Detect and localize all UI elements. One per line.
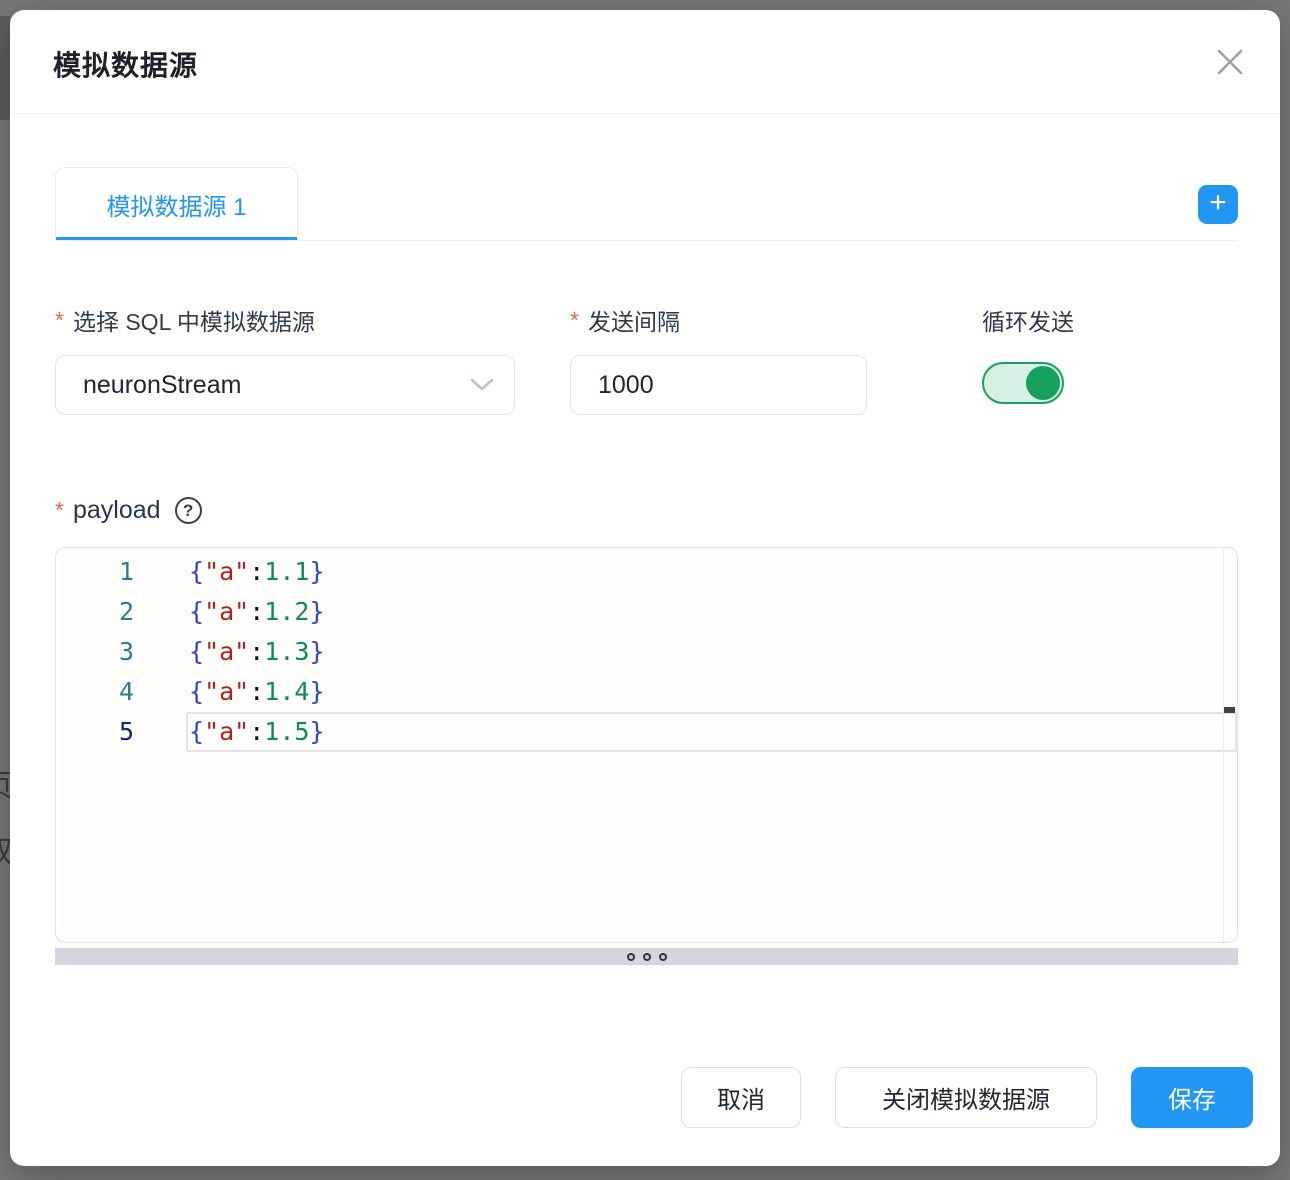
loop-toggle[interactable]: [982, 362, 1064, 404]
token-brace: {: [189, 597, 205, 626]
save-button[interactable]: 保存: [1131, 1067, 1253, 1128]
line-number: 3: [118, 637, 134, 666]
loop-field-label: 循环发送: [982, 303, 1074, 337]
token-brace: {: [189, 637, 205, 666]
editor-resize-handle[interactable]: [55, 948, 1238, 965]
editor-scrollbar-track: [1223, 548, 1224, 942]
cursor-position-marker: [1224, 707, 1235, 713]
code-line: 3 {"a":1.3}: [56, 632, 1237, 672]
token-key: "a": [204, 717, 250, 746]
token-brace: }: [309, 597, 325, 626]
payload-field-label: * payload ?: [55, 496, 202, 525]
token-number: 1.1: [264, 557, 310, 586]
cancel-button[interactable]: 取消: [681, 1067, 801, 1128]
code-line-content: {"a":1.1}: [186, 552, 1237, 592]
token-number: 1.5: [264, 717, 310, 746]
close-mock-datasource-button[interactable]: 关闭模拟数据源: [835, 1067, 1097, 1128]
token-brace: }: [309, 717, 325, 746]
token-colon: :: [249, 717, 265, 746]
dialog-header: 模拟数据源: [10, 10, 1280, 114]
token-brace: }: [309, 557, 325, 586]
loop-label-text: 循环发送: [982, 309, 1074, 335]
token-brace: }: [309, 677, 325, 706]
tabs-bar: 模拟数据源 1 +: [55, 167, 1238, 241]
question-mark-glyph: ?: [182, 500, 194, 520]
datasource-select[interactable]: neuronStream: [55, 355, 515, 415]
active-tab-underline: [56, 237, 297, 240]
tab-label: 模拟数据源 1: [106, 193, 247, 221]
token-colon: :: [249, 597, 265, 626]
token-number: 1.4: [264, 677, 310, 706]
token-colon: :: [249, 637, 265, 666]
interval-input[interactable]: [570, 355, 867, 415]
required-asterisk: *: [55, 497, 64, 523]
payload-label-text: payload: [72, 496, 161, 524]
datasource-field-label: * 选择 SQL 中模拟数据源: [55, 303, 315, 337]
line-number: 4: [118, 677, 134, 706]
close-icon[interactable]: [1206, 38, 1254, 86]
token-key: "a": [204, 557, 250, 586]
toggle-knob: [1026, 366, 1060, 400]
help-icon[interactable]: ?: [174, 497, 202, 524]
plus-icon: +: [1209, 186, 1227, 219]
token-brace: {: [189, 677, 205, 706]
tab-mock-datasource-1[interactable]: 模拟数据源 1: [55, 167, 298, 240]
payload-code-editor[interactable]: 1 {"a":1.1} 2 {"a":1.2} 3 {"a":1.3} 4 {"…: [55, 547, 1238, 943]
code-line: 4 {"a":1.4}: [56, 672, 1237, 712]
token-brace: {: [189, 557, 205, 586]
code-line: 2 {"a":1.2}: [56, 592, 1237, 632]
datasource-selected-value: neuronStream: [83, 370, 242, 399]
token-key: "a": [204, 677, 250, 706]
code-line-content: {"a":1.4}: [186, 672, 1237, 712]
chevron-down-icon: [470, 378, 494, 392]
line-number: 2: [118, 597, 134, 626]
token-brace: {: [189, 717, 205, 746]
token-colon: :: [249, 557, 265, 586]
add-datasource-button[interactable]: +: [1198, 185, 1238, 224]
token-number: 1.2: [264, 597, 310, 626]
code-line-content: {"a":1.2}: [186, 592, 1237, 632]
token-key: "a": [204, 637, 250, 666]
required-asterisk: *: [55, 306, 64, 333]
line-number: 1: [118, 557, 134, 586]
code-line: 1 {"a":1.1}: [56, 552, 1237, 592]
resize-dots-icon: [658, 952, 667, 961]
dialog-footer: 取消 关闭模拟数据源 保存: [681, 1067, 1253, 1128]
resize-dots-icon: [642, 952, 651, 961]
code-line-active: 5 {"a":1.5}: [56, 712, 1237, 752]
token-key: "a": [204, 597, 250, 626]
interval-field-label: * 发送间隔: [570, 303, 680, 337]
token-number: 1.3: [264, 637, 310, 666]
token-colon: :: [249, 677, 265, 706]
resize-dots-icon: [626, 952, 635, 961]
dialog-title: 模拟数据源: [53, 50, 199, 81]
token-brace: }: [309, 637, 325, 666]
code-line-content: {"a":1.3}: [186, 632, 1237, 672]
required-asterisk: *: [570, 306, 579, 333]
background-element-fragment: [0, 16, 10, 120]
background-text-fragment: 页: [0, 772, 10, 802]
datasource-label-text: 选择 SQL 中模拟数据源: [72, 309, 315, 335]
mock-datasource-dialog: 模拟数据源 模拟数据源 1 + * 选择 SQL 中模拟数据源 * 发送间隔 循…: [10, 10, 1280, 1166]
background-text-fragment: 双: [0, 838, 10, 868]
line-number: 5: [118, 717, 134, 746]
code-line-content: {"a":1.5}: [186, 712, 1237, 752]
interval-label-text: 发送间隔: [587, 309, 680, 335]
dimmed-background-page: a o 页 双: [0, 0, 10, 1180]
